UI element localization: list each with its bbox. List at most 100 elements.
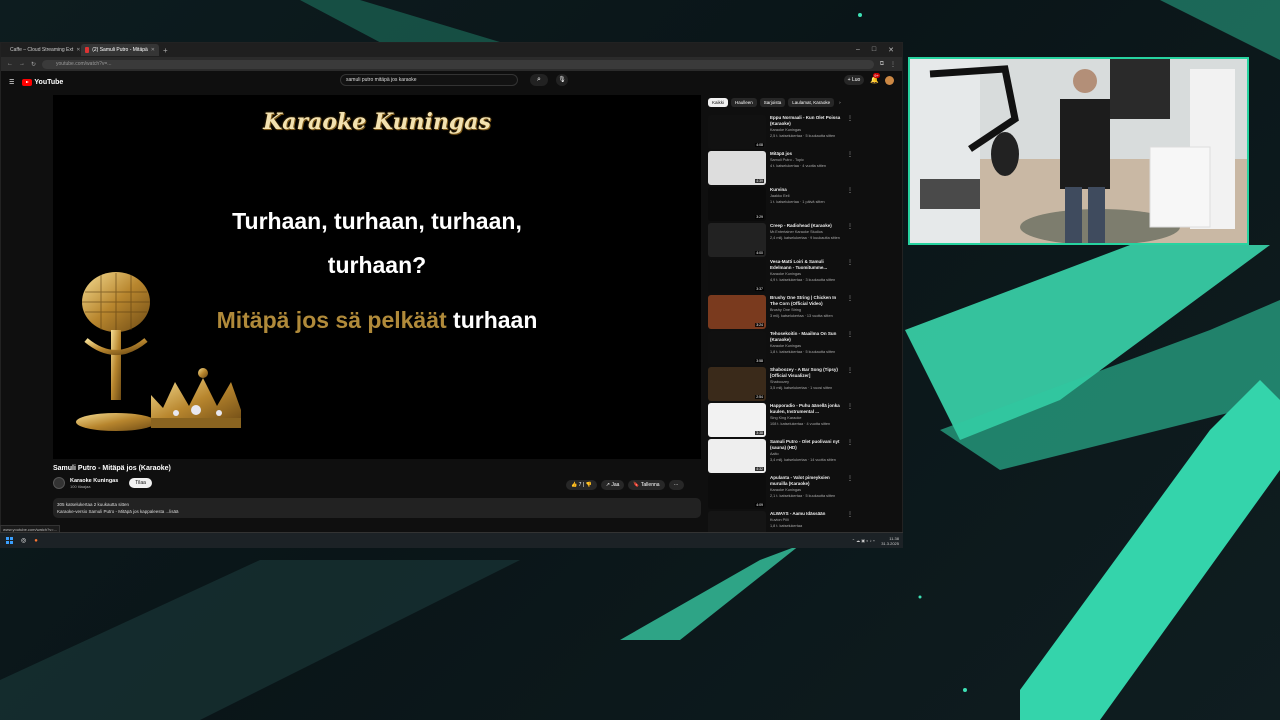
close-icon[interactable]: ✕ <box>151 47 155 53</box>
more-options-icon[interactable]: ⋮ <box>847 475 853 509</box>
video-thumbnail[interactable]: 4:39 <box>708 151 766 185</box>
recommendation-title[interactable]: Shaboozey - A Bar Song (Tipsy) [Official… <box>770 367 843 379</box>
chip[interactable]: Haulleen <box>731 98 757 107</box>
video-thumbnail[interactable]: 3:29 <box>708 187 766 221</box>
like-button[interactable]: 👍 7 | 👎 <box>566 480 597 490</box>
recommendation-item[interactable]: 3:24 Brushy One String | Chicken In The C… <box>708 295 853 329</box>
share-button[interactable]: ↗ Jaa <box>600 480 625 490</box>
reload-icon[interactable]: ↻ <box>31 61 36 68</box>
recommendation-title[interactable]: Apulanta - Valot pimeyksien muruilla (Ka… <box>770 475 843 487</box>
video-thumbnail[interactable]: 2:54 <box>708 367 766 401</box>
tab-favicon-icon <box>85 47 90 53</box>
recommendation-item[interactable]: 3:37 Vesa-Matti Loiri & Samuli Edelmann -… <box>708 259 853 293</box>
more-options-icon[interactable]: ⋮ <box>847 403 853 437</box>
logo-text: YouTube <box>34 78 64 86</box>
windows-start-icon[interactable] <box>6 537 13 544</box>
recommendation-item[interactable]: 3:58 Tehosekoitin - Maailma On Sun (Karao… <box>708 331 853 365</box>
video-thumbnail[interactable]: 4:09 <box>708 475 766 509</box>
extensions-icon[interactable]: ⧉ <box>880 61 884 68</box>
recommendation-title[interactable]: Brushy One String | Chicken In The Corn … <box>770 295 843 307</box>
mic-icon[interactable]: 🎙 <box>556 74 568 86</box>
tab-youtube[interactable]: (2) Samuli Putro - Mitäpä ✕ <box>81 44 159 56</box>
video-thumbnail[interactable]: 3:38 <box>708 403 766 437</box>
recommendation-item[interactable]: 3:29 Kurvina Jaakko Eeli 1 t. katselukertaa… <box>708 187 853 221</box>
more-options-icon[interactable]: ⋮ <box>847 367 853 401</box>
recommendation-title[interactable]: Happoradio - Puhu äänellä jonka kuulen, … <box>770 403 843 415</box>
recommendation-item[interactable]: 4:39 Mitäpä jos Samuli Putro - Topic 4 t. k… <box>708 151 853 185</box>
channel-name[interactable]: Karaoke Kuningas <box>70 478 118 484</box>
close-window-icon[interactable]: ✕ <box>888 46 894 54</box>
recommendation-item[interactable]: 2:54 Shaboozey - A Bar Song (Tipsy) [Offi… <box>708 367 853 401</box>
video-thumbnail[interactable]: 4:00 <box>708 223 766 257</box>
search-input[interactable]: samuli putro mitäpä jos karaoke <box>340 74 518 86</box>
recommendation-title[interactable]: Tehosekoitin - Maailma On Sun (Karaoke) <box>770 331 843 343</box>
more-options-icon[interactable]: ⋮ <box>847 187 853 221</box>
recommendation-title[interactable]: Vesa-Matti Loiri & Samuli Edelmann - Tuo… <box>770 259 843 271</box>
video-player[interactable]: Karaoke Kuningas Turhaan, turhaan, turha… <box>53 95 701 459</box>
more-options-icon[interactable]: ⋮ <box>847 151 853 185</box>
minimize-icon[interactable]: – <box>856 46 860 54</box>
more-options-icon[interactable]: ⋮ <box>847 439 853 473</box>
more-options-icon[interactable]: ⋮ <box>847 331 853 365</box>
back-icon[interactable]: ← <box>7 61 13 67</box>
recommendation-info: Creep - Radiohead (Karaoke) Mr.Entertaine… <box>770 223 843 257</box>
more-options-icon[interactable]: ⋮ <box>847 223 853 257</box>
video-thumbnail[interactable]: 4:32 <box>708 439 766 473</box>
recommendation-title[interactable]: Eppu Normaali - Kun Olet Poissa (Karaoke… <box>770 115 843 127</box>
recommendation-item[interactable]: 4:00 Creep - Radiohead (Karaoke) Mr.Entert… <box>708 223 853 257</box>
maximize-icon[interactable]: □ <box>872 46 876 54</box>
header-actions: + Luo 🔔 9+ <box>843 73 894 85</box>
gold-microphone-crown-art <box>76 272 241 431</box>
recommendation-title[interactable]: Samuli Putro - Olet puolivani nyt (sauna… <box>770 439 843 451</box>
video-thumbnail[interactable]: 3:58 <box>708 331 766 365</box>
more-options-icon[interactable]: ⋮ <box>847 115 853 149</box>
recommendation-meta: 1,8 t. katselukertaa · 5 kuukautta sitte… <box>770 350 836 354</box>
youtube-logo[interactable]: YouTube <box>22 78 64 86</box>
subscribe-button[interactable]: Tilaa <box>129 478 152 488</box>
search-taskbar-icon[interactable]: ◎ <box>21 537 26 544</box>
save-button[interactable]: 🔖 Tallenna <box>628 480 665 490</box>
recommendation-item[interactable]: 4:08 Eppu Normaali - Kun Olet Poissa (Kar… <box>708 115 853 149</box>
hamburger-icon[interactable]: ☰ <box>9 79 14 86</box>
recommendation-info: Shaboozey - A Bar Song (Tipsy) [Official… <box>770 367 843 401</box>
create-button[interactable]: + Luo <box>843 75 865 85</box>
chip-all[interactable]: Kaikki <box>708 98 729 107</box>
recommendation-info: Kurvina Jaakko Eeli 1 t. katselukertaa · 1… <box>770 187 843 221</box>
more-options-icon[interactable]: ⋮ <box>847 259 853 293</box>
more-options-icon[interactable]: ⋮ <box>847 295 853 329</box>
save-label: Tallenna <box>640 482 660 488</box>
lyric-sung: Mitäpä jos sä pelkäät <box>216 307 447 333</box>
menu-icon[interactable]: ⋮ <box>890 61 896 68</box>
webcam-feed <box>908 57 1249 245</box>
chip[interactable]: Sarjoista <box>759 98 786 107</box>
window-controls: – □ ✕ <box>856 46 902 54</box>
forward-icon[interactable]: → <box>19 61 25 67</box>
url-field[interactable]: youtube.com/watch?v=... <box>42 59 874 69</box>
close-icon[interactable]: ✕ <box>76 47 80 53</box>
clock[interactable]: 11.38 31.3.2025 <box>881 536 899 546</box>
tray-icons[interactable]: ⌃ ☁ ▣ ◐ ♪ ⌁ <box>852 538 876 543</box>
description-box[interactable]: 305 katselukertaa 2 kuukautta sitten Kar… <box>53 498 701 518</box>
recommendation-meta: 3 milj. katselukertaa · 13 vuotta sitten <box>770 314 833 318</box>
channel-row: Karaoke Kuningas 100 tilaajaa Tilaa <box>53 477 152 489</box>
tab-caffe[interactable]: Caffe – Cloud Streaming Ext ✕ <box>3 44 81 56</box>
recommendation-item[interactable]: 4:09 Apulanta - Valot pimeyksien muruilla… <box>708 475 853 509</box>
recommendation-info: Apulanta - Valot pimeyksien muruilla (Ka… <box>770 475 843 509</box>
recommendation-item[interactable]: 3:38 Happoradio - Puhu äänellä jonka kuul… <box>708 403 853 437</box>
bell-icon[interactable]: 🔔 9+ <box>870 73 880 84</box>
duration-badge: 4:32 <box>755 467 764 471</box>
avatar[interactable] <box>885 75 894 85</box>
karaoke-brand: Karaoke Kuningas <box>263 109 491 135</box>
recommendation-item[interactable]: 4:32 Samuli Putro - Olet puolivani nyt (s… <box>708 439 853 473</box>
search-button[interactable]: ⌕ <box>530 74 548 86</box>
chip[interactable]: Laulamat, Karaoke <box>788 98 835 107</box>
firefox-icon[interactable]: ● <box>34 538 38 544</box>
video-thumbnail[interactable]: 3:24 <box>708 295 766 329</box>
recommendation-info: Vesa-Matti Loiri & Samuli Edelmann - Tuo… <box>770 259 843 293</box>
channel-avatar[interactable] <box>53 477 65 489</box>
video-thumbnail[interactable]: 4:08 <box>708 115 766 149</box>
more-actions-button[interactable]: ··· <box>668 480 684 490</box>
video-thumbnail[interactable]: 3:37 <box>708 259 766 293</box>
chevron-right-icon[interactable]: › <box>837 98 843 107</box>
new-tab-button[interactable]: + <box>163 46 168 55</box>
